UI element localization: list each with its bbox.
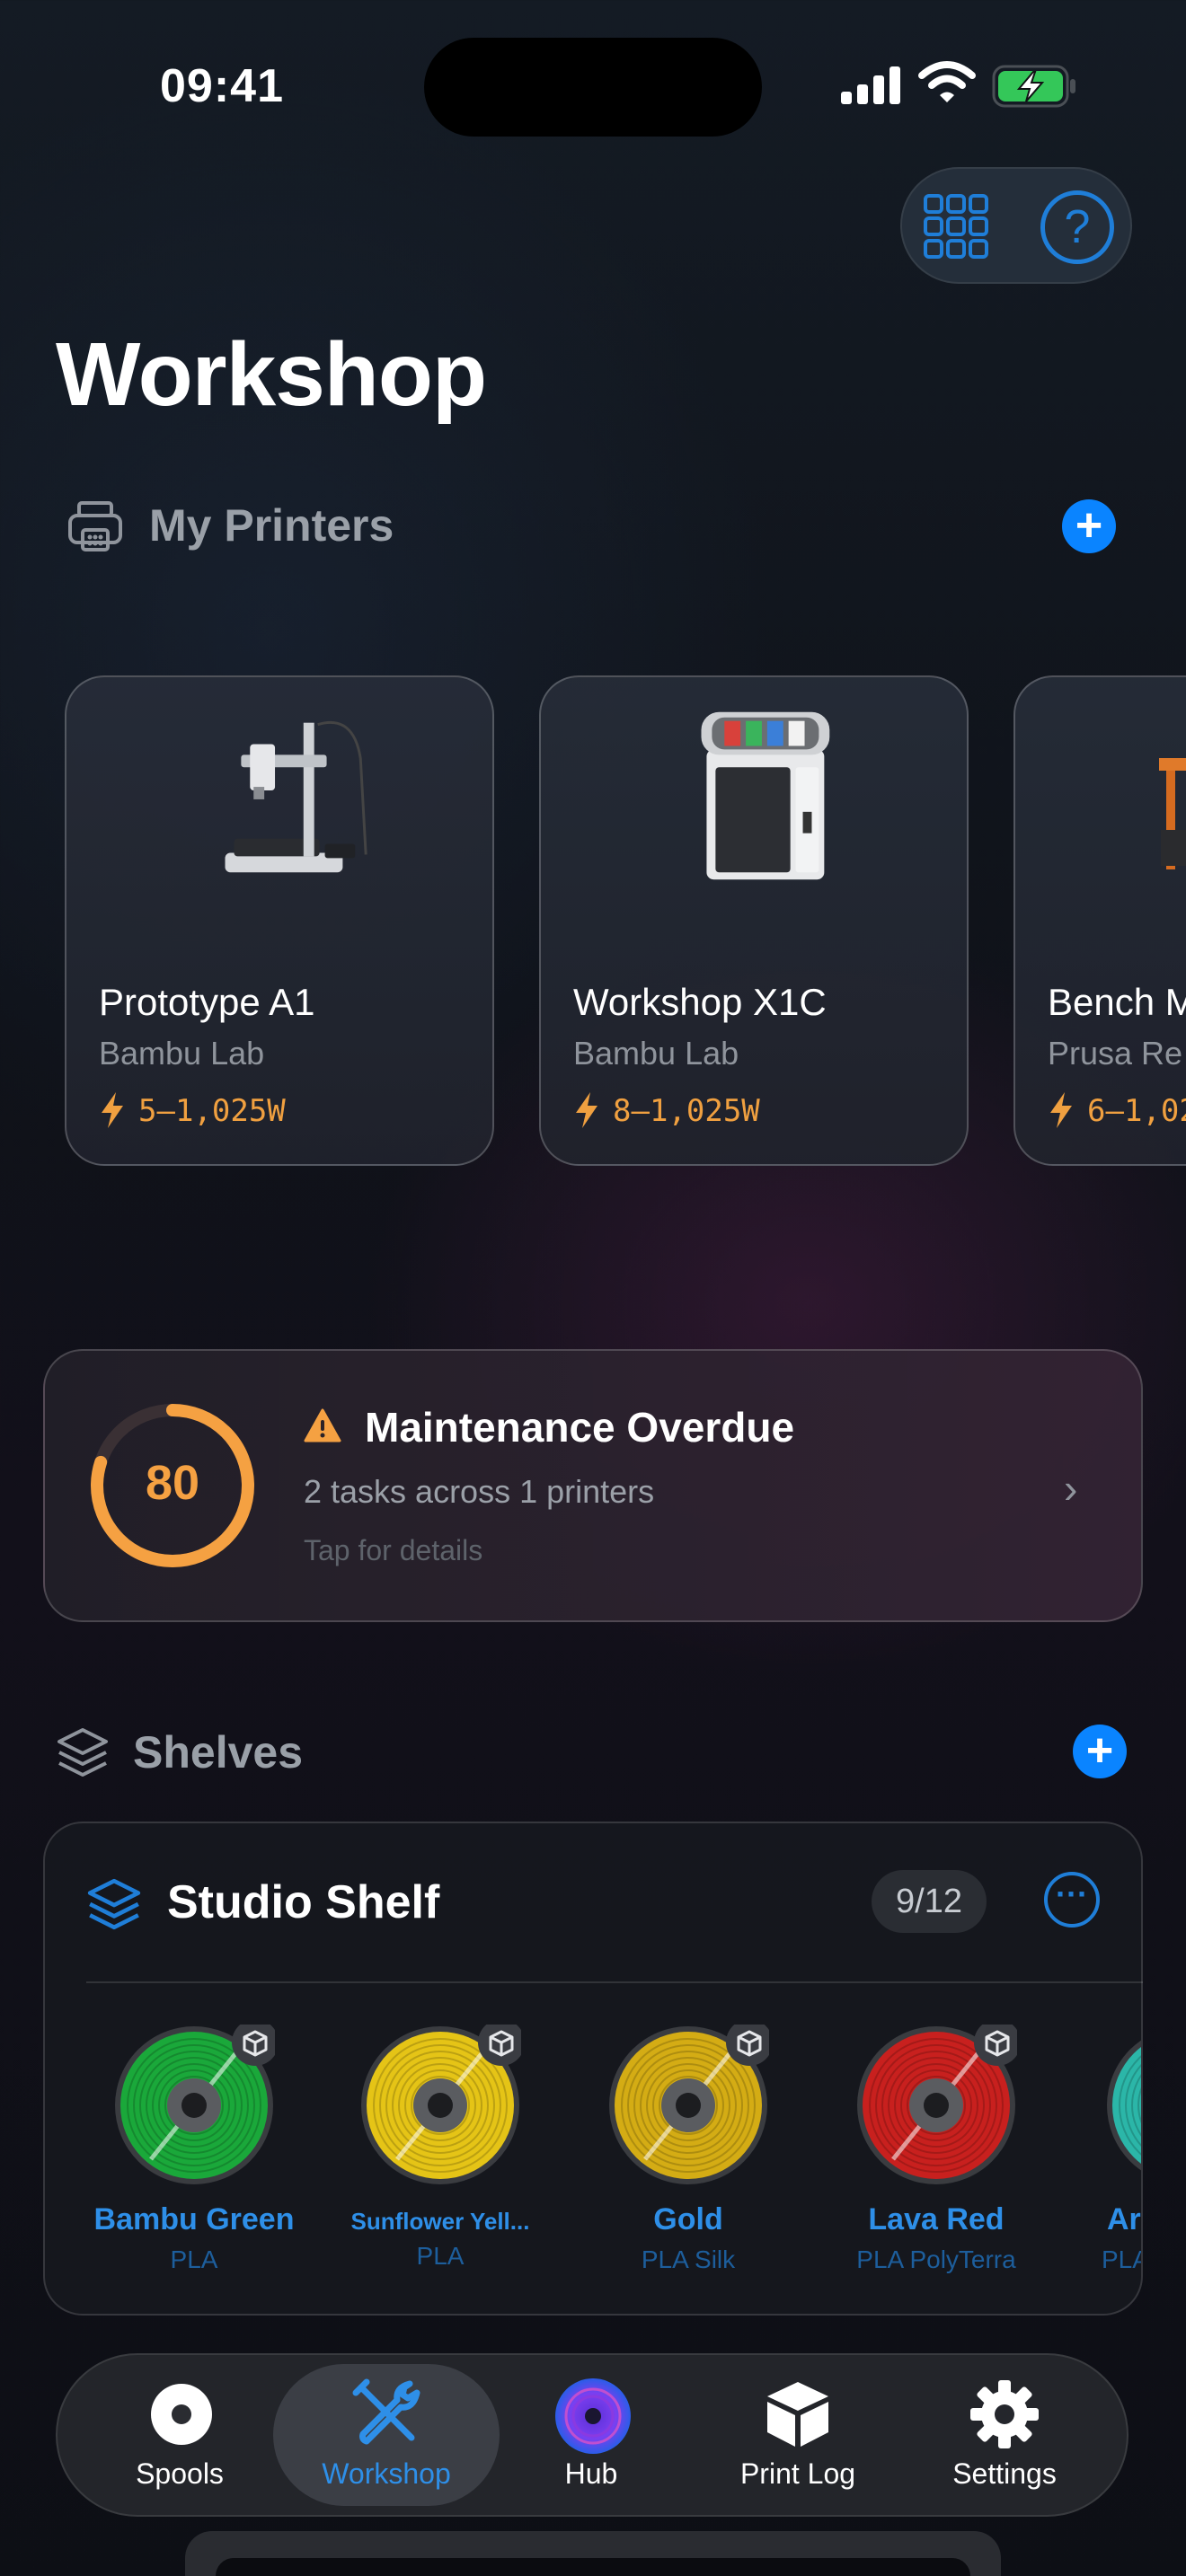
maintenance-title: Maintenance Overdue (365, 1404, 795, 1451)
gear-icon (970, 2380, 1039, 2448)
power-bolt-icon (1050, 1092, 1072, 1128)
tab-label: Hub (564, 2457, 618, 2490)
printer-power: 8–1,025W (573, 1092, 760, 1129)
battery-charging-icon (992, 65, 1075, 108)
spool-icon (151, 2384, 212, 2445)
spool-name: Lava Red (868, 2202, 1005, 2236)
printer-name: Bench M (1048, 981, 1186, 1023)
status-time: 09:41 (160, 60, 284, 112)
printer-power: 5–1,025W (99, 1092, 286, 1129)
spool-type: PLA (170, 2245, 218, 2273)
spool-type: PLA Silk (641, 2245, 736, 2273)
printer-name: Prototype A1 (99, 981, 315, 1023)
dynamic-island (424, 38, 762, 137)
printer-power-value: 5–1,025W (138, 1093, 286, 1129)
printer-x1c-image (701, 711, 830, 880)
spool-type: PLA (1102, 2245, 1141, 2273)
spool-item-lava-red[interactable] (855, 2025, 1017, 2186)
spool-type: PLA PolyTerra (856, 2245, 1016, 2273)
tab-label: Print Log (739, 2457, 856, 2490)
page-title: Workshop (56, 324, 487, 425)
maintenance-subtitle: 2 tasks across 1 printers (304, 1473, 655, 1510)
warning-icon (304, 1408, 341, 1442)
spool-item-sunflower-yellow[interactable] (359, 2025, 521, 2186)
hub-disc-icon (555, 2378, 631, 2454)
shelf-divider (86, 1981, 1143, 1983)
more-options-icon[interactable]: ··· (1044, 1872, 1100, 1928)
printer-brand: Bambu Lab (99, 1035, 265, 1072)
spool-type: PLA (416, 2242, 465, 2270)
printer-brand: Prusa Re (1048, 1035, 1183, 1072)
my-printers-title: My Printers (149, 500, 394, 551)
printer-power-value: 8–1,025W (613, 1093, 760, 1129)
spool-name: Bambu Green (93, 2202, 295, 2236)
printer-card-workshop-x1c[interactable]: Workshop X1C Bambu Lab 8–1,025W (539, 675, 969, 1166)
chevron-right-icon: › (1064, 1465, 1078, 1512)
tab-label: Settings (952, 2457, 1057, 2490)
spool-item-gold[interactable] (607, 2025, 769, 2186)
power-bolt-icon (102, 1092, 123, 1128)
shelves-title: Shelves (133, 1727, 304, 1778)
printer-brand: Bambu Lab (573, 1035, 739, 1072)
spool-hole (181, 2093, 207, 2118)
tab-label: Spools (136, 2457, 224, 2490)
printer-name: Workshop X1C (573, 981, 827, 1023)
add-shelf-button[interactable]: + (1073, 1725, 1127, 1778)
spool-item-partial[interactable] (1105, 2025, 1141, 2186)
spool-hole (428, 2093, 453, 2118)
shelf-count-badge: 9/12 (872, 1870, 987, 1933)
tab-label: Workshop (322, 2457, 451, 2490)
grid-view-icon[interactable] (922, 192, 990, 260)
wifi-icon (918, 61, 976, 102)
spool-hole (676, 2093, 701, 2118)
printer-power: 6–1,02 (1048, 1092, 1186, 1129)
power-bolt-icon (576, 1092, 597, 1128)
spool-item-bambu-green[interactable] (113, 2025, 275, 2186)
spool-name: Ar (1107, 2202, 1141, 2236)
sheet-handle-inner (216, 2558, 970, 2576)
help-icon[interactable]: ? (1040, 190, 1114, 264)
spool-partial-image (1107, 2040, 1141, 2171)
spool-name: Gold (653, 2202, 723, 2236)
printer-a1-image (225, 720, 367, 873)
cellular-signal-icon (841, 66, 900, 104)
printer-icon (68, 501, 122, 551)
printer-card-prototype-a1[interactable]: Prototype A1 Bambu Lab 5–1,025W (65, 675, 494, 1166)
spool-name: Sunflower Yell... (350, 2208, 530, 2235)
shelf-layers-icon (87, 1878, 141, 1930)
tools-icon (352, 2378, 420, 2445)
shelf-title: Studio Shelf (167, 1876, 440, 1928)
spool-hole (924, 2093, 949, 2118)
maintenance-score: 80 (145, 1456, 200, 1510)
printer-bench-image (1159, 758, 1186, 869)
cube-icon (767, 2382, 828, 2447)
add-printer-button[interactable]: + (1062, 499, 1116, 553)
printer-power-value: 6–1,02 (1087, 1093, 1186, 1129)
layers-icon (58, 1728, 108, 1777)
maintenance-hint: Tap for details (304, 1534, 483, 1566)
printer-card-bench-m[interactable]: Bench M Prusa Re 6–1,02 (1013, 675, 1186, 1166)
